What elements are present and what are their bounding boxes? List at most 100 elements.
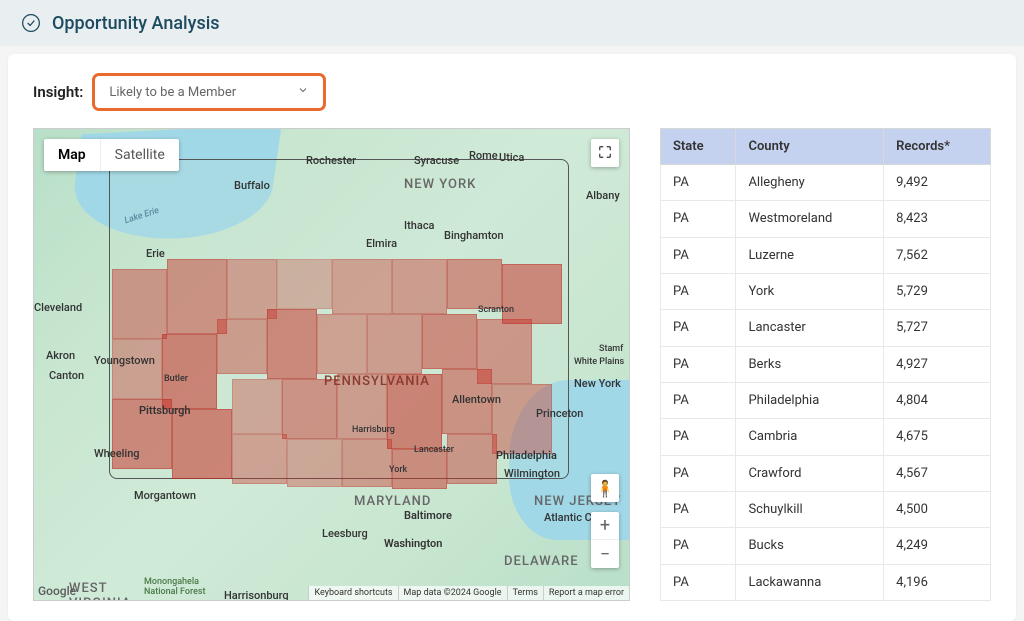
map-type-satellite-button[interactable]: Satellite: [101, 139, 179, 171]
cell-records: 4,249: [884, 528, 991, 564]
cell-county: Philadelphia: [736, 382, 884, 418]
table-row[interactable]: PAPhiladelphia4,804: [661, 382, 991, 418]
cell-state: PA: [661, 201, 736, 237]
map-type-map-button[interactable]: Map: [44, 139, 101, 171]
label-monongahela: Monongahela National Forest: [144, 577, 206, 597]
page-header: Opportunity Analysis: [0, 0, 1024, 46]
label-albany: Albany: [586, 189, 620, 202]
page-title: Opportunity Analysis: [52, 13, 220, 34]
cell-records: 4,927: [884, 346, 991, 382]
label-newyorkcity: New York: [574, 377, 621, 390]
map-container[interactable]: NEW YORK PENNSYLVANIA MARYLAND NEW JERSE…: [33, 128, 630, 601]
insight-selected-value: Likely to be a Member: [109, 85, 236, 100]
chevron-down-icon: [297, 84, 309, 100]
streetview-pegman-button[interactable]: 🧍: [591, 474, 619, 502]
map-attribution-text: Map data ©2024 Google: [398, 586, 507, 600]
google-logo: Google: [38, 584, 76, 598]
label-wilmington: Wilmington: [504, 467, 560, 480]
fullscreen-icon: [598, 144, 612, 163]
cell-state: PA: [661, 564, 736, 600]
terms-link[interactable]: Terms: [507, 586, 543, 600]
cell-state: PA: [661, 491, 736, 527]
label-rochester: Rochester: [306, 154, 356, 167]
label-wheeling: Wheeling: [94, 447, 140, 460]
insight-label: Insight:: [33, 83, 83, 101]
cell-records: 4,804: [884, 382, 991, 418]
cell-records: 5,729: [884, 273, 991, 309]
table-row[interactable]: PAWestmoreland8,423: [661, 201, 991, 237]
table-row[interactable]: PALackawanna4,196: [661, 564, 991, 600]
cell-state: PA: [661, 346, 736, 382]
label-rome: Rome: [469, 149, 498, 162]
cell-county: Crawford: [736, 455, 884, 491]
cell-records: 4,196: [884, 564, 991, 600]
label-westvirginia-state: WEST VIRGINIA: [69, 581, 131, 601]
cell-state: PA: [661, 237, 736, 273]
table-row[interactable]: PASchuylkill4,500: [661, 491, 991, 527]
table-row[interactable]: PAYork5,729: [661, 273, 991, 309]
plus-icon: +: [600, 515, 610, 536]
cell-records: 7,562: [884, 237, 991, 273]
label-butler: Butler: [164, 374, 188, 384]
cell-records: 9,492: [884, 165, 991, 201]
label-baltimore: Baltimore: [404, 509, 452, 522]
table-row[interactable]: PACambria4,675: [661, 419, 991, 455]
col-header-records[interactable]: Records*: [884, 129, 991, 165]
map-attribution-footer: Keyboard shortcuts Map data ©2024 Google…: [308, 586, 629, 600]
zoom-in-button[interactable]: +: [591, 512, 619, 540]
label-philadelphia: Philadelphia: [496, 449, 557, 462]
label-harrisonburg: Harrisonburg: [224, 589, 289, 601]
label-pittsburgh: Pittsburgh: [139, 404, 191, 417]
keyboard-shortcuts-link[interactable]: Keyboard shortcuts: [308, 586, 397, 600]
report-error-link[interactable]: Report a map error: [543, 586, 629, 600]
label-youngstown: Youngstown: [94, 354, 155, 367]
fullscreen-button[interactable]: [591, 139, 619, 167]
cell-county: York: [736, 273, 884, 309]
check-shield-icon: [20, 12, 42, 34]
cell-county: Westmoreland: [736, 201, 884, 237]
label-princeton: Princeton: [536, 407, 583, 420]
label-delaware-state: DELAWARE: [504, 554, 579, 569]
cell-county: Lancaster: [736, 310, 884, 346]
cell-records: 4,675: [884, 419, 991, 455]
col-header-state[interactable]: State: [661, 129, 736, 165]
label-cleveland: Cleveland: [34, 301, 82, 314]
table-row[interactable]: PACrawford4,567: [661, 455, 991, 491]
table-row[interactable]: PALancaster5,727: [661, 310, 991, 346]
label-buffalo: Buffalo: [234, 179, 270, 192]
label-pennsylvania-state: PENNSYLVANIA: [324, 374, 430, 389]
label-scranton: Scranton: [478, 305, 514, 315]
insight-dropdown[interactable]: Likely to be a Member: [93, 74, 325, 110]
cell-county: Allegheny: [736, 165, 884, 201]
zoom-out-button[interactable]: −: [591, 540, 619, 568]
minus-icon: −: [600, 544, 610, 565]
label-elmira: Elmira: [366, 237, 397, 250]
label-morgantown: Morgantown: [134, 489, 196, 502]
cell-county: Schuylkill: [736, 491, 884, 527]
cell-records: 8,423: [884, 201, 991, 237]
cell-county: Luzerne: [736, 237, 884, 273]
label-whiteplains: White Plains: [574, 357, 624, 367]
table-header-row: State County Records*: [661, 129, 991, 165]
cell-records: 4,567: [884, 455, 991, 491]
cell-records: 5,727: [884, 310, 991, 346]
map-type-control: Map Satellite: [44, 139, 179, 171]
label-washington: Washington: [384, 537, 442, 550]
cell-state: PA: [661, 528, 736, 564]
label-newyork-state: NEW YORK: [404, 177, 476, 192]
pegman-icon: 🧍: [595, 479, 615, 498]
table-row[interactable]: PAAllegheny9,492: [661, 165, 991, 201]
table-row[interactable]: PABerks4,927: [661, 346, 991, 382]
label-akron: Akron: [46, 349, 75, 362]
label-maryland-state: MARYLAND: [354, 494, 431, 509]
table-row[interactable]: PABucks4,249: [661, 528, 991, 564]
cell-county: Cambria: [736, 419, 884, 455]
label-allentown: Allentown: [452, 393, 501, 406]
label-syracuse: Syracuse: [414, 154, 459, 167]
cell-county: Lackawanna: [736, 564, 884, 600]
zoom-control: + −: [591, 512, 619, 568]
col-header-county[interactable]: County: [736, 129, 884, 165]
cell-state: PA: [661, 382, 736, 418]
table-row[interactable]: PALuzerne7,562: [661, 237, 991, 273]
label-lancaster: Lancaster: [414, 445, 454, 455]
